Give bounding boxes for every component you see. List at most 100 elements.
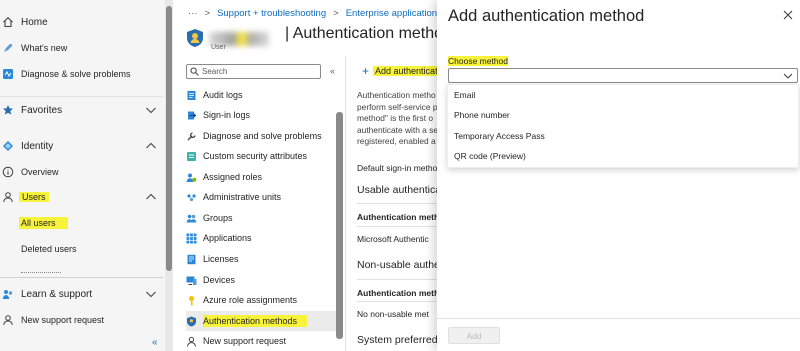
table-divider bbox=[357, 226, 437, 227]
breadcrumb-item-support[interactable]: Support + troubleshooting bbox=[217, 8, 326, 19]
devices-icon bbox=[186, 275, 197, 286]
menu-search-input[interactable]: Search bbox=[186, 64, 321, 79]
nav-deleted-users-label: Deleted users bbox=[21, 244, 77, 254]
method-select-dropdown[interactable] bbox=[448, 68, 798, 83]
menu-item-audit-logs[interactable]: Audit logs bbox=[186, 85, 336, 105]
pane-divider bbox=[345, 56, 346, 351]
sign-in-log-icon bbox=[186, 110, 197, 121]
description-line: Authentication metho bbox=[357, 90, 436, 100]
chevron-down-icon[interactable] bbox=[145, 104, 157, 116]
menu-item-label: Sign-in logs bbox=[203, 110, 251, 120]
menu-item-devices[interactable]: Devices bbox=[186, 270, 336, 290]
description-line: authenticate with a se bbox=[357, 124, 437, 135]
diagnose-icon bbox=[2, 68, 14, 80]
menu-item-label: Groups bbox=[203, 213, 233, 223]
nav-overview[interactable]: Overview bbox=[0, 162, 163, 182]
option-phone-number[interactable]: Phone number bbox=[454, 105, 784, 125]
roles-icon bbox=[186, 172, 197, 183]
menu-item-label: Administrative units bbox=[203, 192, 282, 202]
chevron-down-icon bbox=[783, 71, 793, 81]
rocket-icon bbox=[2, 42, 14, 54]
menu-item-custom-security-attributes[interactable]: Custom security attributes bbox=[186, 146, 336, 166]
menu-item-label: Audit logs bbox=[203, 90, 243, 100]
breadcrumb-separator: > bbox=[333, 7, 339, 19]
nav-whats-new[interactable]: What's new bbox=[0, 38, 163, 58]
usable-table-header: Authentication meth bbox=[357, 212, 437, 222]
nav-whats-new-label: What's new bbox=[21, 43, 68, 53]
table-divider bbox=[357, 279, 437, 280]
license-icon bbox=[186, 254, 197, 265]
menu-item-label: Devices bbox=[203, 275, 236, 285]
menu-item-label: Applications bbox=[203, 233, 252, 243]
menu-item-diagnose[interactable]: Diagnose and solve problems bbox=[186, 126, 336, 146]
shield-user-icon bbox=[186, 28, 204, 48]
chevron-down-icon[interactable] bbox=[145, 288, 157, 300]
nonusable-methods-heading: Non-usable auther bbox=[357, 259, 437, 271]
nav-divider bbox=[0, 277, 163, 278]
collapse-menu-button[interactable]: « bbox=[330, 66, 335, 76]
add-button[interactable]: Add bbox=[448, 327, 500, 344]
dialog-footer-divider bbox=[437, 318, 800, 319]
chevron-up-icon[interactable] bbox=[145, 191, 157, 203]
learn-support-icon bbox=[2, 288, 14, 300]
menu-item-administrative-units[interactable]: Administrative units bbox=[186, 187, 336, 207]
nav-users[interactable]: Users bbox=[0, 187, 163, 207]
user-icon bbox=[2, 191, 14, 203]
nav-home[interactable]: Home bbox=[0, 12, 163, 32]
nav-scrollbar-thumb[interactable] bbox=[166, 6, 172, 271]
option-email[interactable]: Email bbox=[454, 85, 784, 105]
support-person-icon bbox=[186, 336, 197, 347]
add-authentication-method-button[interactable]: + Add authenticati bbox=[362, 65, 442, 77]
menu-item-label: New support request bbox=[203, 336, 287, 346]
add-authentication-method-label: Add authenticati bbox=[373, 66, 442, 76]
menu-item-azure-role-assignments[interactable]: Azure role assignments bbox=[186, 290, 336, 310]
nav-new-support-request-label: New support request bbox=[21, 315, 105, 325]
nav-all-users[interactable]: All users bbox=[0, 213, 163, 233]
support-person-icon bbox=[2, 314, 14, 326]
nav-diagnose-label: Diagnose & solve problems bbox=[21, 69, 131, 79]
nonusable-table-row: No non-usable met bbox=[357, 309, 429, 319]
system-preferred-heading: System preferred n bbox=[357, 334, 437, 346]
nav-deleted-users[interactable]: Deleted users bbox=[0, 239, 163, 259]
close-icon[interactable] bbox=[782, 9, 794, 21]
home-icon bbox=[2, 16, 14, 28]
menu-item-groups[interactable]: Groups bbox=[186, 208, 336, 228]
nav-learn-support-label: Learn & support bbox=[21, 288, 93, 300]
nav-identity-label: Identity bbox=[21, 140, 54, 152]
audit-log-icon bbox=[186, 90, 197, 101]
menu-item-new-support-request[interactable]: New support request bbox=[186, 331, 336, 351]
breadcrumb-ellipsis[interactable]: ··· bbox=[188, 8, 198, 19]
key-icon bbox=[186, 295, 197, 306]
menu-item-sign-in-logs[interactable]: Sign-in logs bbox=[186, 105, 336, 125]
menu-item-label: Authentication methods bbox=[203, 315, 308, 327]
option-qr-code[interactable]: QR code (Preview) bbox=[454, 146, 784, 166]
nav-identity[interactable]: Identity bbox=[0, 136, 163, 156]
breadcrumb: ··· > Support + troubleshooting > Enterp… bbox=[188, 6, 447, 20]
method-options-list: Email Phone number Temporary Access Pass… bbox=[447, 84, 799, 168]
nav-favorites[interactable]: Favorites bbox=[0, 100, 163, 120]
menu-scrollbar-thumb[interactable] bbox=[336, 112, 343, 339]
groups-icon bbox=[186, 213, 197, 224]
nav-learn-support[interactable]: Learn & support bbox=[0, 284, 163, 304]
nav-diagnose[interactable]: Diagnose & solve problems bbox=[0, 64, 163, 84]
add-authentication-method-dialog: Add authentication method Choose method … bbox=[437, 0, 800, 351]
menu-item-label: Custom security attributes bbox=[203, 151, 308, 161]
menu-item-assigned-roles[interactable]: Assigned roles bbox=[186, 167, 336, 187]
nav-all-users-label: All users bbox=[19, 217, 68, 229]
collapse-nav-button[interactable]: « bbox=[152, 337, 158, 348]
nav-users-label: Users bbox=[19, 192, 49, 202]
menu-item-label: Diagnose and solve problems bbox=[203, 131, 322, 141]
breadcrumb-item-enterprise-apps[interactable]: Enterprise applications | bbox=[346, 8, 447, 19]
applications-grid-icon bbox=[186, 233, 197, 244]
nav-favorites-label: Favorites bbox=[21, 104, 63, 116]
menu-item-licenses[interactable]: Licenses bbox=[186, 249, 336, 269]
chevron-up-icon[interactable] bbox=[145, 140, 157, 152]
menu-item-authentication-methods[interactable]: Authentication methods bbox=[186, 311, 336, 331]
menu-item-label: Azure role assignments bbox=[203, 295, 298, 305]
option-temporary-access-pass[interactable]: Temporary Access Pass bbox=[454, 126, 784, 146]
nav-new-support-request[interactable]: New support request bbox=[0, 310, 163, 330]
choose-method-label: Choose method bbox=[448, 56, 509, 66]
search-icon bbox=[190, 67, 199, 76]
star-icon bbox=[2, 104, 14, 116]
menu-item-applications[interactable]: Applications bbox=[186, 228, 336, 248]
